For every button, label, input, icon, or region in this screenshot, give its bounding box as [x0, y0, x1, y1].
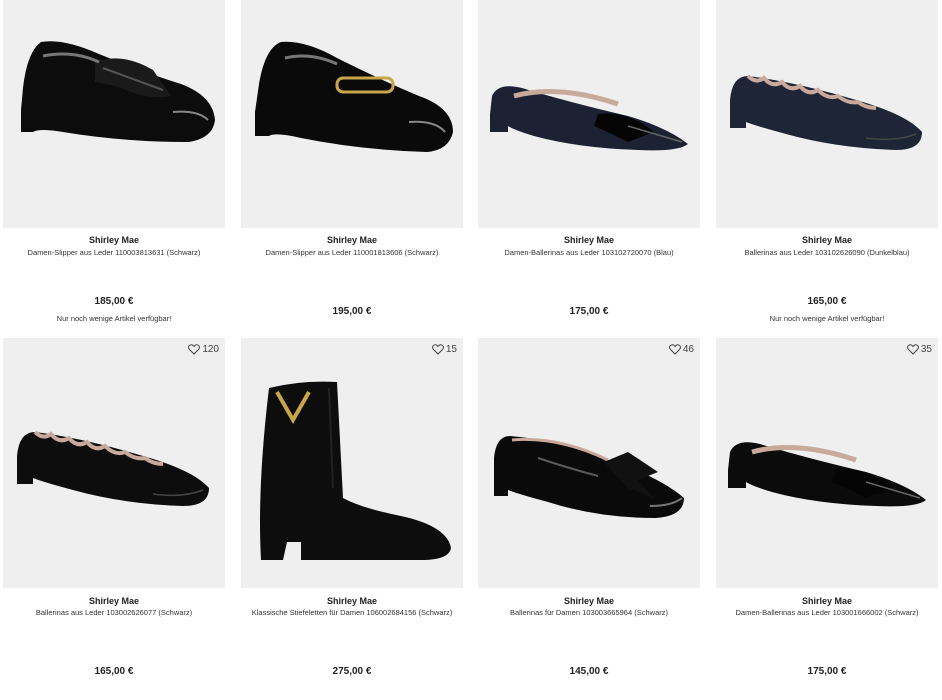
product-name[interactable]: Damen-Slipper aus Leder 110003813631 (Sc… — [3, 248, 225, 257]
product-price: 175,00 € — [807, 666, 847, 677]
product-name[interactable]: Damen-Slipper aus Leder 110001813606 (Sc… — [241, 248, 463, 257]
heart-icon — [188, 344, 201, 355]
heart-icon — [668, 344, 681, 355]
heart-icon — [906, 344, 919, 355]
heart-icon — [431, 344, 444, 355]
favorite-count: 35 — [920, 344, 932, 355]
product-name[interactable]: Ballerinas aus Leder 103102626090 (Dunke… — [716, 248, 938, 257]
product-image[interactable] — [241, 0, 463, 228]
product-price: 185,00 € — [94, 296, 134, 307]
favorite-button[interactable]: 15 — [431, 344, 457, 355]
stock-note: Nur noch wenige Artikel verfügbar! — [56, 314, 172, 323]
product-price: 165,00 € — [807, 296, 847, 307]
favorite-button[interactable]: 120 — [188, 344, 219, 355]
product-image[interactable] — [478, 0, 700, 228]
product-brand[interactable]: Shirley Mae — [716, 235, 938, 245]
product-brand[interactable]: Shirley Mae — [241, 235, 463, 245]
stock-note: Nur noch wenige Artikel verfügbar! — [769, 314, 885, 323]
product-image[interactable] — [241, 338, 463, 588]
product-image[interactable] — [716, 0, 938, 228]
product-image[interactable] — [3, 338, 225, 588]
product-brand[interactable]: Shirley Mae — [3, 235, 225, 245]
favorite-count: 46 — [682, 344, 694, 355]
product-grid: Shirley Mae Damen-Slipper aus Leder 11000… — [0, 0, 942, 700]
product-price: 175,00 € — [569, 306, 609, 317]
product-price: 145,00 € — [569, 666, 609, 677]
favorite-count: 15 — [445, 344, 457, 355]
product-name[interactable]: Damen-Ballerinas aus Leder 103001666002 … — [716, 608, 938, 617]
product-price: 195,00 € — [332, 306, 372, 317]
product-name[interactable]: Ballerinas aus Leder 103002626077 (Schwa… — [3, 608, 225, 617]
favorite-button[interactable]: 46 — [668, 344, 694, 355]
product-price: 275,00 € — [332, 666, 372, 677]
product-brand[interactable]: Shirley Mae — [478, 235, 700, 245]
favorite-count: 120 — [202, 344, 219, 355]
product-brand[interactable]: Shirley Mae — [241, 596, 463, 606]
product-brand[interactable]: Shirley Mae — [716, 596, 938, 606]
product-brand[interactable]: Shirley Mae — [478, 596, 700, 606]
product-name[interactable]: Klassische Stiefeletten für Damen 106002… — [241, 608, 463, 617]
product-price: 165,00 € — [94, 666, 134, 677]
product-image[interactable] — [478, 338, 700, 588]
product-image[interactable] — [716, 338, 938, 588]
product-image[interactable] — [3, 0, 225, 228]
product-name[interactable]: Damen-Ballerinas aus Leder 103102720070 … — [478, 248, 700, 257]
favorite-button[interactable]: 35 — [906, 344, 932, 355]
product-brand[interactable]: Shirley Mae — [3, 596, 225, 606]
product-name[interactable]: Ballerinas für Damen 103003665964 (Schwa… — [478, 608, 700, 617]
